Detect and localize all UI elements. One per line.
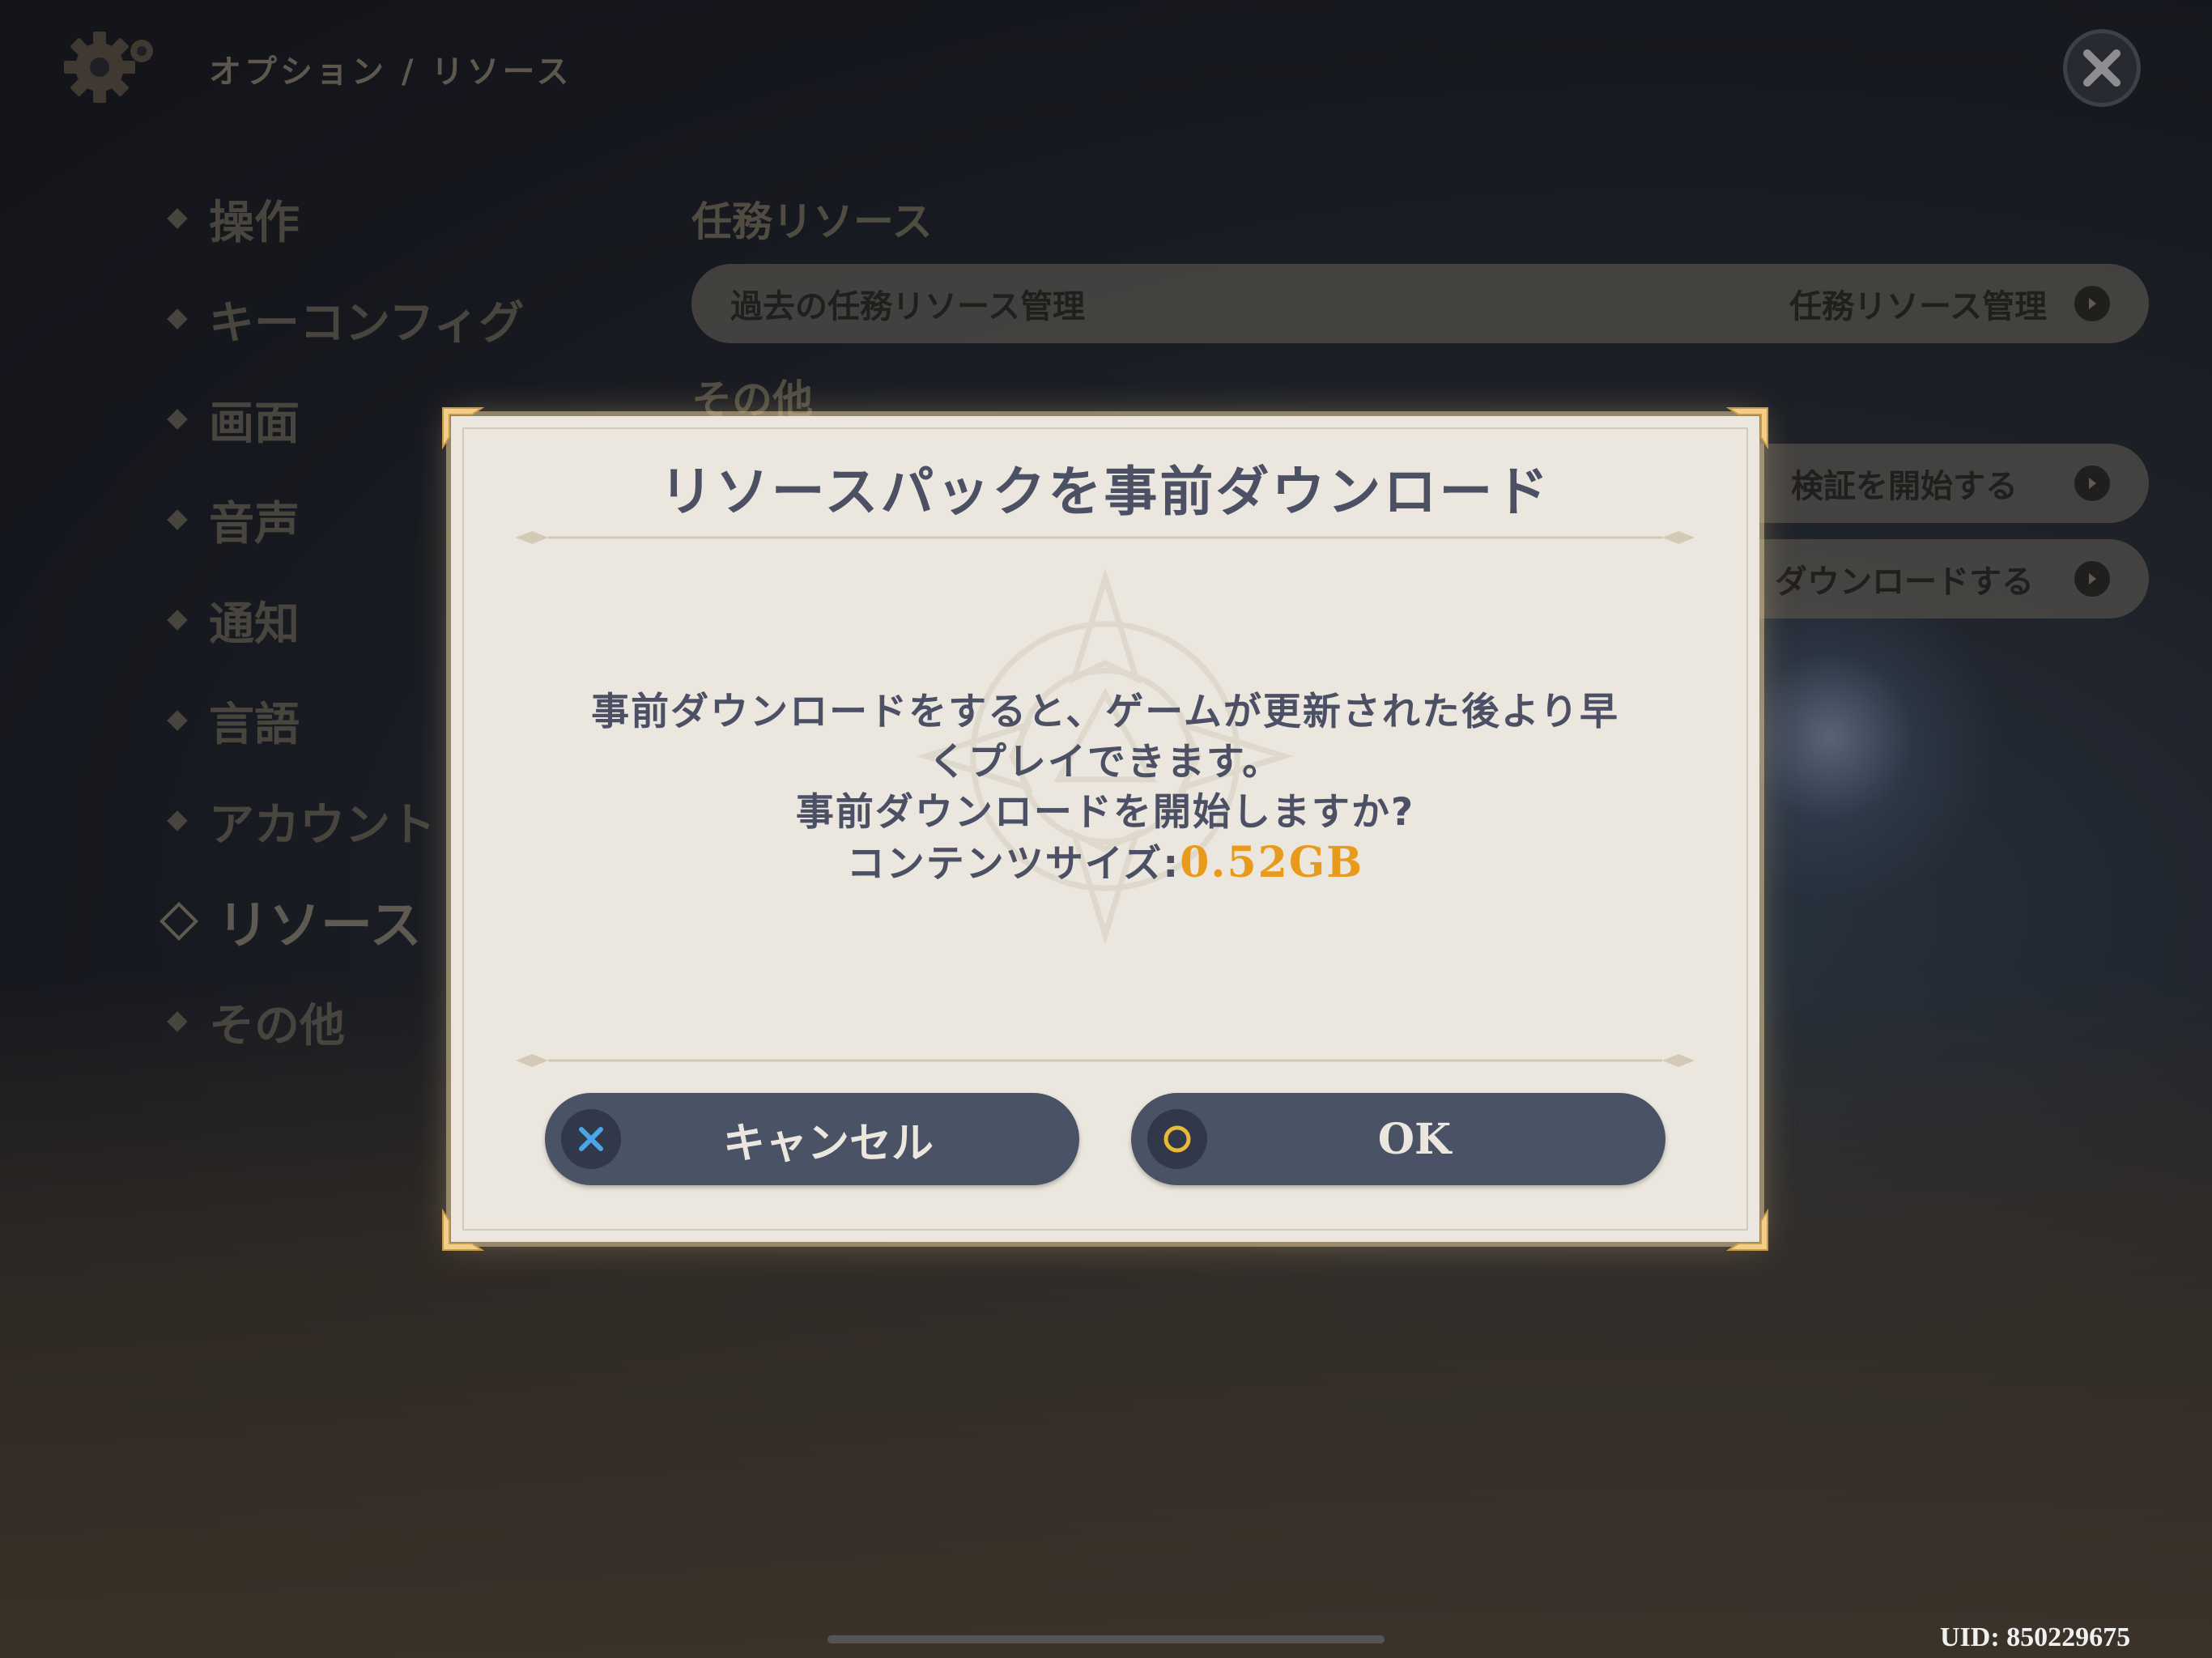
corner-ornament-icon <box>1725 407 1768 450</box>
cross-button-icon <box>561 1109 621 1169</box>
predownload-dialog: リソースパックを事前ダウンロード 事前ダウンロードをすると、ゲームが更新された後… <box>442 407 1768 1251</box>
message-line: 事前ダウンロードを開始しますか? <box>795 790 1415 835</box>
ok-button-label: OK <box>1377 1114 1452 1164</box>
circle-button-icon <box>1147 1109 1207 1169</box>
dialog-title: リソースパックを事前ダウンロード <box>659 461 1551 523</box>
divider-ornament <box>516 1054 1695 1067</box>
dialog-message: 事前ダウンロードをすると、ゲームが更新された後より早 くプレイできます。 事前ダ… <box>548 687 1662 890</box>
home-indicator[interactable] <box>827 1635 1385 1643</box>
content-size-value: 0.52GB <box>1180 838 1364 887</box>
corner-ornament-icon <box>442 1208 485 1251</box>
corner-ornament-icon <box>1725 1208 1768 1251</box>
uid-label: UID: 850229675 <box>1940 1622 2131 1652</box>
ok-button[interactable]: OK <box>1131 1093 1665 1185</box>
cancel-button[interactable]: キャンセル <box>545 1093 1079 1185</box>
corner-ornament-icon <box>442 407 485 450</box>
content-size-label: コンテンツサイズ: <box>846 842 1180 886</box>
content-size: コンテンツサイズ:0.52GB <box>548 838 1662 890</box>
message-line: くプレイできます。 <box>928 740 1283 784</box>
cancel-button-label: キャンセル <box>722 1119 934 1168</box>
message-line: 事前ダウンロードをすると、ゲームが更新された後より早 <box>591 690 1619 734</box>
divider-ornament <box>516 531 1695 544</box>
